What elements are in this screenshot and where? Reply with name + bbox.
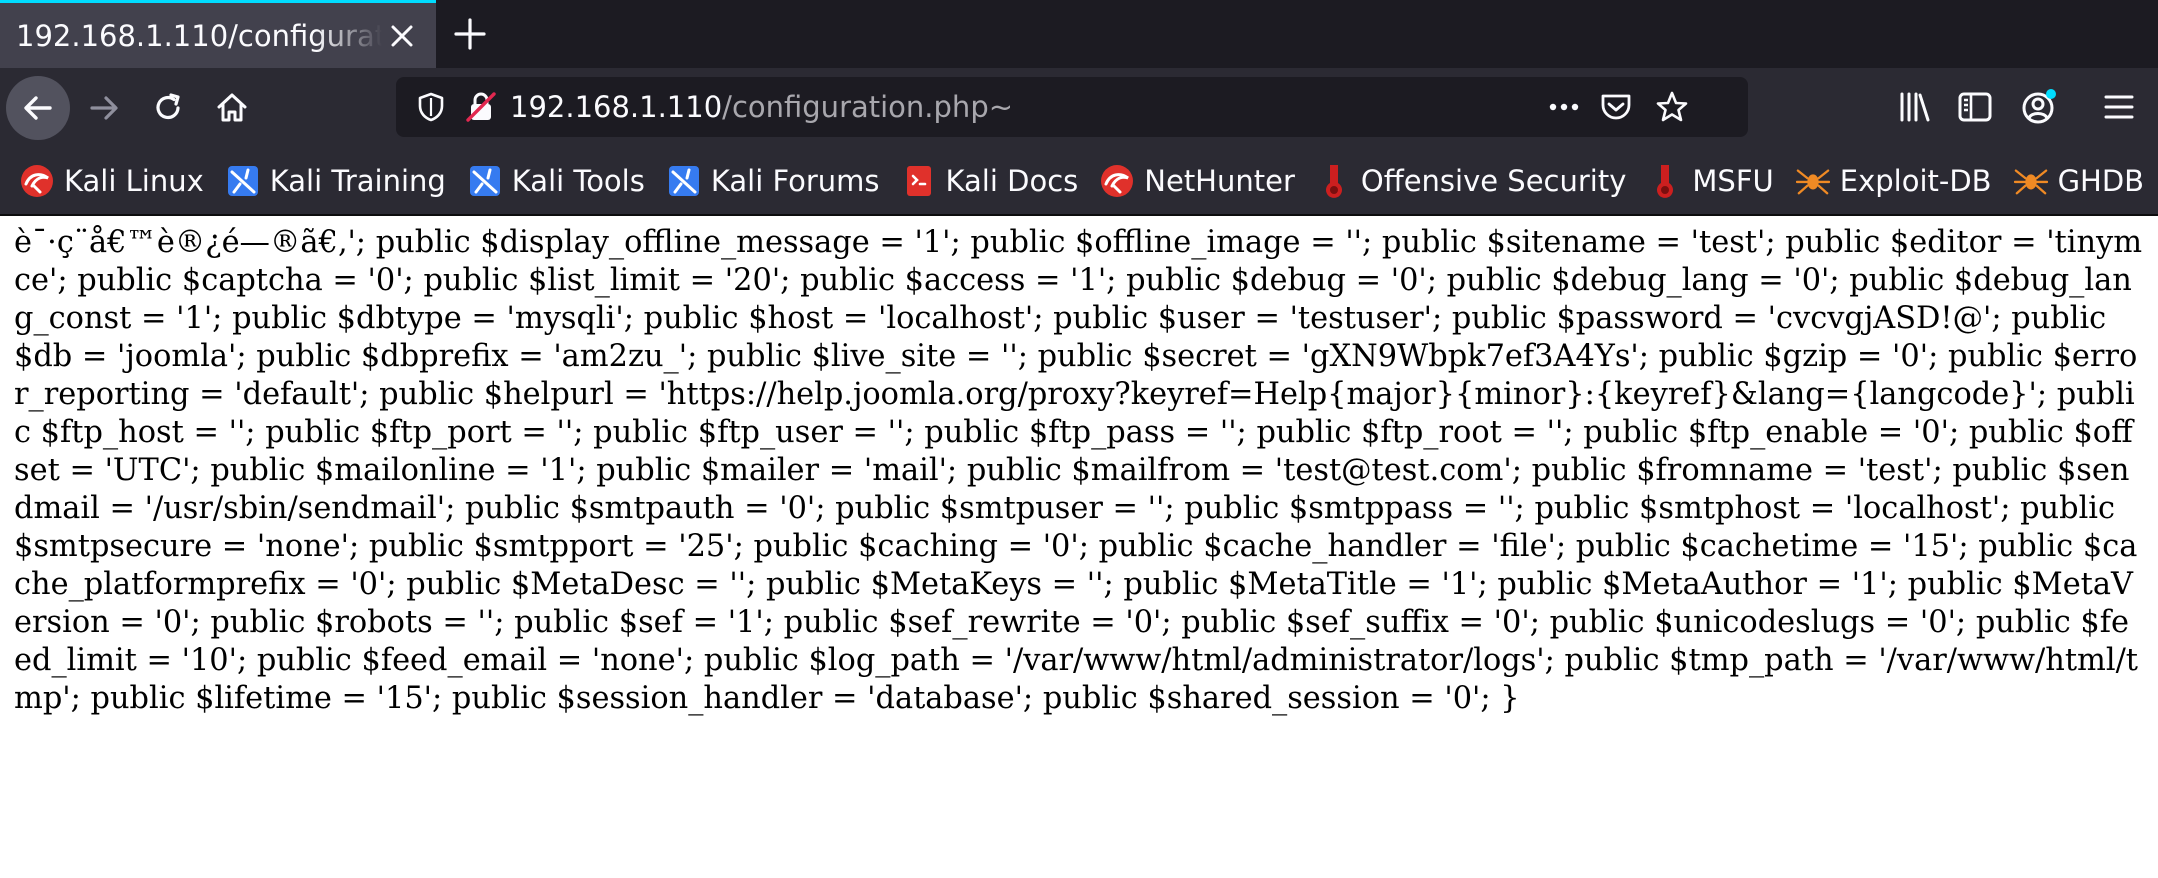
browser-chrome: 192.168.1.110/configuration.php~	[0, 0, 2158, 216]
bookmark-msfu[interactable]: MSFU	[1648, 164, 1774, 198]
bookmarks-toolbar: Kali Linux Kali Training Kali Tools Kali…	[0, 148, 2158, 216]
navigation-toolbar: 192.168.1.110/configuration.php~	[0, 68, 2158, 148]
bookmark-kali-linux[interactable]: Kali Linux	[20, 164, 204, 198]
kali-training-icon	[226, 164, 260, 198]
bookmark-label: Kali Docs	[945, 164, 1079, 198]
star-bookmark-icon[interactable]	[1654, 89, 1690, 129]
exploit-db-icon	[1795, 164, 1830, 198]
url-host: 192.168.1.110	[510, 90, 723, 124]
bookmark-exploit-db[interactable]: Exploit-DB	[1795, 164, 1992, 198]
kali-forums-icon	[667, 164, 701, 198]
home-icon[interactable]	[200, 76, 264, 140]
bookmark-kali-training[interactable]: Kali Training	[226, 164, 446, 198]
url-bar[interactable]: 192.168.1.110/configuration.php~	[396, 77, 1748, 137]
page-actions-icon[interactable]	[1546, 93, 1582, 125]
bookmark-label: Kali Training	[269, 164, 446, 198]
offsec-icon	[1317, 164, 1351, 198]
hamburger-menu-icon[interactable]	[2102, 90, 2136, 128]
account-icon[interactable]	[2018, 86, 2060, 132]
tab-strip: 192.168.1.110/configuration.php~	[0, 0, 2158, 68]
bookmark-kali-tools[interactable]: Kali Tools	[468, 164, 645, 198]
bookmark-label: Kali Tools	[511, 164, 645, 198]
bookmark-kali-docs[interactable]: Kali Docs	[902, 164, 1079, 198]
page-body-text: è¯·ç¨å€™è®¿é—®ã€‚'; public $display_offl…	[14, 225, 2143, 716]
bookmark-label: NetHunter	[1144, 164, 1295, 198]
shield-icon[interactable]	[416, 91, 446, 127]
bookmark-kali-forums[interactable]: Kali Forums	[667, 164, 880, 198]
kali-docs-icon	[902, 164, 936, 198]
plus-icon[interactable]	[436, 0, 504, 68]
url-text: 192.168.1.110/configuration.php~	[510, 90, 1013, 124]
bookmark-offensive-security[interactable]: Offensive Security	[1317, 164, 1627, 198]
library-icon[interactable]	[1896, 88, 1934, 130]
tab-active[interactable]: 192.168.1.110/configuration.php~	[0, 0, 436, 68]
url-path: /configuration.php~	[722, 90, 1014, 124]
forward-arrow-icon[interactable]	[72, 76, 136, 140]
kali-tools-icon	[468, 164, 502, 198]
ghdb-icon	[2013, 164, 2048, 198]
reload-icon[interactable]	[136, 76, 200, 140]
bookmark-ghdb[interactable]: GHDB	[2013, 164, 2145, 198]
pocket-icon[interactable]	[1598, 90, 1634, 128]
kali-dragon-icon	[20, 164, 54, 198]
bookmark-label: Kali Forums	[710, 164, 880, 198]
bookmark-label: MSFU	[1692, 164, 1774, 198]
close-icon[interactable]	[382, 16, 422, 56]
bookmark-label: Exploit-DB	[1839, 164, 1992, 198]
bookmark-nethunter[interactable]: NetHunter	[1100, 164, 1295, 198]
tab-title: 192.168.1.110/configuration.php~	[16, 18, 382, 53]
bookmark-label: GHDB	[2057, 164, 2145, 198]
bookmark-label: Offensive Security	[1360, 164, 1627, 198]
back-arrow-icon[interactable]	[6, 76, 70, 140]
bookmark-label: Kali Linux	[64, 164, 204, 198]
insecure-lock-icon[interactable]	[464, 90, 498, 128]
msfu-icon	[1648, 164, 1682, 198]
sidebar-icon[interactable]	[1956, 88, 1994, 130]
nethunter-icon	[1100, 164, 1134, 198]
